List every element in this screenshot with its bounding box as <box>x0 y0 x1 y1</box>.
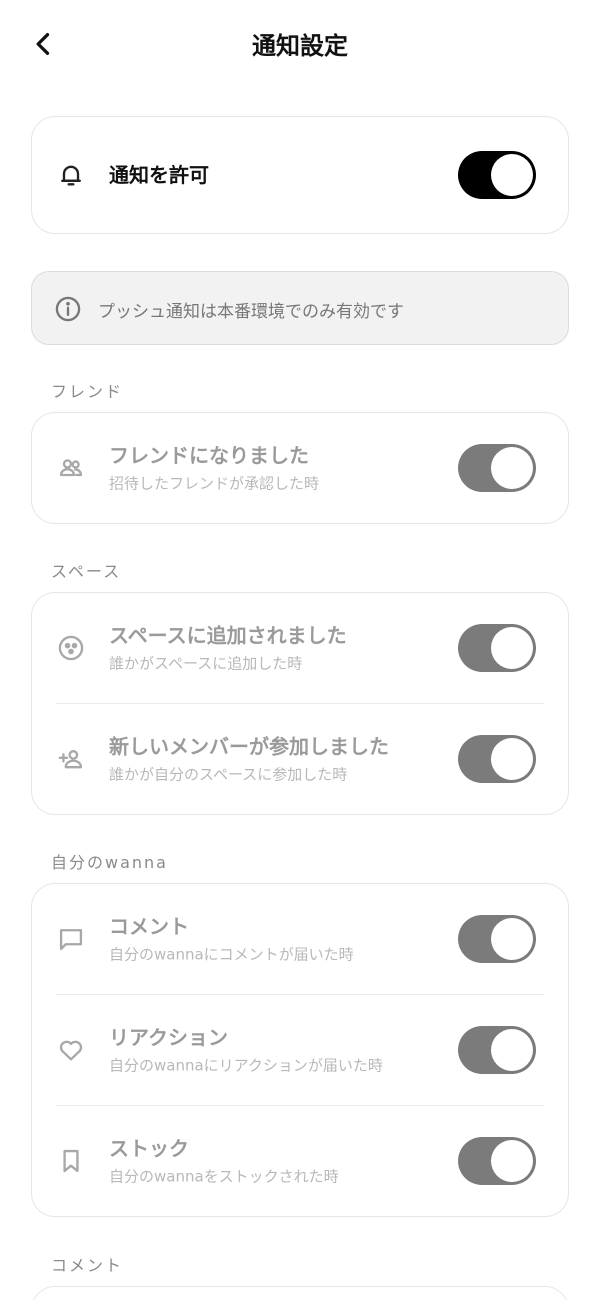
info-banner: プッシュ通知は本番環境でのみ有効です <box>31 271 569 345</box>
new-member-row: 新しいメンバーが参加しました 誰かが自分のスペースに参加した時 <box>32 704 568 814</box>
comment-icon <box>56 924 86 954</box>
info-text: プッシュ通知は本番環境でのみ有効です <box>98 302 404 322</box>
toggle-knob <box>491 627 533 669</box>
header: 通知設定 <box>0 0 600 88</box>
wanna-stock-toggle[interactable] <box>458 1137 536 1185</box>
space-icon <box>56 633 86 663</box>
friend-accepted-subtitle: 招待したフレンドが承認した時 <box>109 474 320 493</box>
section-label-space: スペース <box>51 562 122 581</box>
wanna-comment-title: コメント <box>109 914 189 939</box>
section-label-friend: フレンド <box>51 382 124 401</box>
space-card: スペースに追加されました 誰かがスペースに追加した時 新しいメンバーが参加しまし… <box>31 592 569 815</box>
friend-accepted-row: フレンドになりました 招待したフレンドが承認した時 <box>32 413 568 523</box>
space-added-subtitle: 誰かがスペースに追加した時 <box>109 654 303 673</box>
wanna-reaction-toggle[interactable] <box>458 1026 536 1074</box>
wanna-comment-text: コメント 自分のwannaにコメントが届いた時 <box>109 913 354 966</box>
wanna-comment-subtitle: 自分のwannaにコメントが届いた時 <box>109 945 354 964</box>
info-icon <box>54 295 82 323</box>
allow-notifications-row: 通知を許可 <box>32 117 568 233</box>
comment-card <box>31 1286 569 1300</box>
wanna-reaction-text: リアクション 自分のwannaにリアクションが届いた時 <box>109 1024 383 1077</box>
people-icon <box>56 453 86 483</box>
space-added-title: スペースに追加されました <box>109 623 347 648</box>
bell-icon <box>56 160 86 190</box>
wanna-stock-text: ストック 自分のwannaをストックされた時 <box>109 1135 339 1188</box>
section-label-wanna: 自分のwanna <box>51 853 168 872</box>
wanna-reaction-row: リアクション 自分のwannaにリアクションが届いた時 <box>32 995 568 1105</box>
new-member-title: 新しいメンバーが参加しました <box>109 734 389 759</box>
heart-icon <box>56 1035 86 1065</box>
person-add-icon <box>56 744 86 774</box>
toggle-knob <box>491 447 533 489</box>
new-member-text: 新しいメンバーが参加しました 誰かが自分のスペースに参加した時 <box>109 733 389 786</box>
section-label-comment: コメント <box>51 1256 124 1275</box>
wanna-reaction-subtitle: 自分のwannaにリアクションが届いた時 <box>109 1056 383 1075</box>
wanna-stock-title: ストック <box>109 1136 189 1161</box>
space-added-text: スペースに追加されました 誰かがスペースに追加した時 <box>109 622 347 675</box>
friend-accepted-toggle[interactable] <box>458 444 536 492</box>
space-added-row: スペースに追加されました 誰かがスペースに追加した時 <box>32 593 568 703</box>
allow-notifications-title: 通知を許可 <box>109 163 209 187</box>
wanna-card: コメント 自分のwannaにコメントが届いた時 リアクション 自分のwannaに… <box>31 883 569 1217</box>
bookmark-icon <box>56 1146 86 1176</box>
wanna-stock-row: ストック 自分のwannaをストックされた時 <box>32 1106 568 1216</box>
new-member-toggle[interactable] <box>458 735 536 783</box>
toggle-knob <box>491 154 533 196</box>
allow-notifications-card: 通知を許可 <box>31 116 569 234</box>
space-added-toggle[interactable] <box>458 624 536 672</box>
toggle-knob <box>491 738 533 780</box>
notification-settings-page: 通知設定 通知を許可 プッシュ通知は本番環境でのみ有効です フレンド フレンドに… <box>0 0 600 1300</box>
new-member-subtitle: 誰かが自分のスペースに参加した時 <box>109 765 348 784</box>
page-title: 通知設定 <box>252 32 348 60</box>
friend-accepted-text: フレンドになりました 招待したフレンドが承認した時 <box>109 442 319 495</box>
friend-accepted-title: フレンドになりました <box>109 443 309 468</box>
toggle-knob <box>491 918 533 960</box>
allow-notifications-toggle[interactable] <box>458 151 536 199</box>
wanna-stock-subtitle: 自分のwannaをストックされた時 <box>109 1167 339 1186</box>
allow-notifications-text: 通知を許可 <box>109 161 209 189</box>
friend-card: フレンドになりました 招待したフレンドが承認した時 <box>31 412 569 524</box>
wanna-reaction-title: リアクション <box>109 1025 228 1050</box>
wanna-comment-row: コメント 自分のwannaにコメントが届いた時 <box>32 884 568 994</box>
toggle-knob <box>491 1029 533 1071</box>
toggle-knob <box>491 1140 533 1182</box>
wanna-comment-toggle[interactable] <box>458 915 536 963</box>
